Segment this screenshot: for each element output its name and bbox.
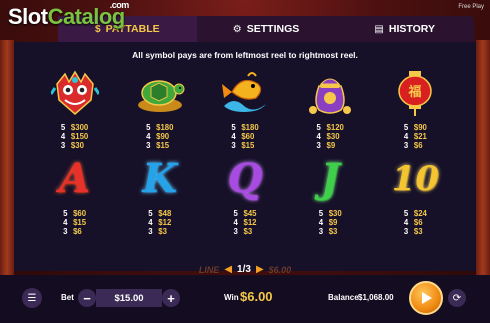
symbol-cell: A 5 $60 4 $15 3 $6 [32, 154, 117, 237]
page-navigator: LINE ◀ 1/3 ▶ $6.00 [0, 264, 490, 275]
letter-10-symbol: 10 [391, 159, 440, 199]
symbol-cell: 5 $300 4 $150 3 $30 [32, 68, 117, 150]
symbol-cell: 10 5 $24 4 $6 3 $3 [373, 154, 458, 236]
symbol-cell: Q 5 $45 4 $12 3 $3 [202, 154, 287, 237]
letter-j-symbol: J [320, 155, 340, 202]
ghost-line-label: LINE [198, 264, 220, 275]
plus-icon: + [167, 290, 175, 306]
lantern-icon: 福 [390, 68, 440, 118]
pay-values: 5 $60 4 $15 3 $6 [63, 209, 87, 236]
gear-icon: ⚙ [232, 23, 242, 35]
pay-values: 5 $180 4 $60 3 $15 [231, 123, 259, 150]
symbol-cell: 5 $180 4 $90 3 $15 [117, 68, 202, 150]
tab-history[interactable]: ▤ HISTORY [335, 16, 474, 42]
frame-right-pillar [476, 40, 490, 275]
frame-left-pillar [0, 40, 14, 275]
history-icon: ▤ [374, 23, 384, 35]
pay-values: 5 $180 4 $90 3 $15 [146, 123, 174, 150]
ghost-win-label: $6.00 [268, 264, 292, 275]
page-indicator: 1/3 [237, 264, 251, 275]
pay-values: 5 $120 4 $30 3 $9 [316, 123, 344, 150]
letter-q-symbol: Q [227, 155, 263, 202]
symbol-cell: 5 $180 4 $60 3 $15 [202, 68, 287, 150]
pay-values: 5 $48 4 $12 3 $3 [148, 209, 172, 236]
watermark-logo: SlotCatalog .com [8, 0, 129, 29]
spin-button[interactable] [409, 281, 443, 315]
turtle-icon [135, 68, 185, 118]
play-icon [422, 292, 432, 304]
symbol-grid: 5 $300 4 $150 3 $30 5 $180 4 $90 3 $15 5… [32, 68, 458, 236]
free-play-label: Free Play [458, 4, 484, 10]
symbol-cell: J 5 $30 4 $9 3 $3 [288, 154, 373, 237]
pay-values: 5 $24 4 $6 3 $3 [403, 209, 427, 236]
increase-bet-button[interactable]: + [162, 289, 180, 307]
svg-text:福: 福 [408, 84, 422, 100]
pays-notice: All symbol pays are from leftmost reel t… [132, 50, 358, 60]
symbol-cell: K 5 $48 4 $12 3 $3 [117, 154, 202, 237]
money-bag-icon [305, 68, 355, 118]
symbol-cell: 5 $120 4 $30 3 $9 [288, 68, 373, 150]
pay-values: 5 $90 4 $21 3 $6 [403, 123, 427, 150]
bet-label: Bet [61, 293, 74, 302]
autoplay-button[interactable]: ⟳ [448, 289, 466, 307]
autoplay-icon: ⟳ [452, 292, 462, 304]
win-amount: $6.00 [240, 289, 273, 304]
menu-button[interactable]: ☰ [22, 288, 42, 308]
bet-amount: $15.00 [96, 289, 162, 307]
symbol-cell: 福 5 $90 4 $21 3 $6 [373, 68, 458, 150]
paytable-panel: All symbol pays are from leftmost reel t… [14, 42, 476, 271]
koi-fish-icon [220, 68, 270, 118]
next-page-arrow-icon[interactable]: ▶ [256, 264, 264, 275]
tab-settings[interactable]: ⚙ SETTINGS [197, 16, 336, 42]
control-bar: ☰ Bet − $15.00 + Win $6.00 Balance $1,06… [0, 275, 490, 323]
letter-a-symbol: A [59, 155, 91, 202]
hamburger-icon: ☰ [27, 292, 37, 304]
win-label: Win [224, 293, 239, 302]
pay-values: 5 $300 4 $150 3 $30 [60, 123, 89, 150]
balance-label: Balance [328, 293, 359, 302]
minus-icon: − [83, 290, 91, 306]
dragon-mask-icon [50, 68, 100, 118]
pay-values: 5 $45 4 $12 3 $3 [233, 209, 257, 236]
decrease-bet-button[interactable]: − [78, 289, 96, 307]
balance-amount: $1,068.00 [358, 293, 394, 302]
pay-values: 5 $30 4 $9 3 $3 [318, 209, 342, 236]
letter-k-symbol: K [142, 155, 178, 202]
prev-page-arrow-icon[interactable]: ◀ [224, 264, 232, 275]
